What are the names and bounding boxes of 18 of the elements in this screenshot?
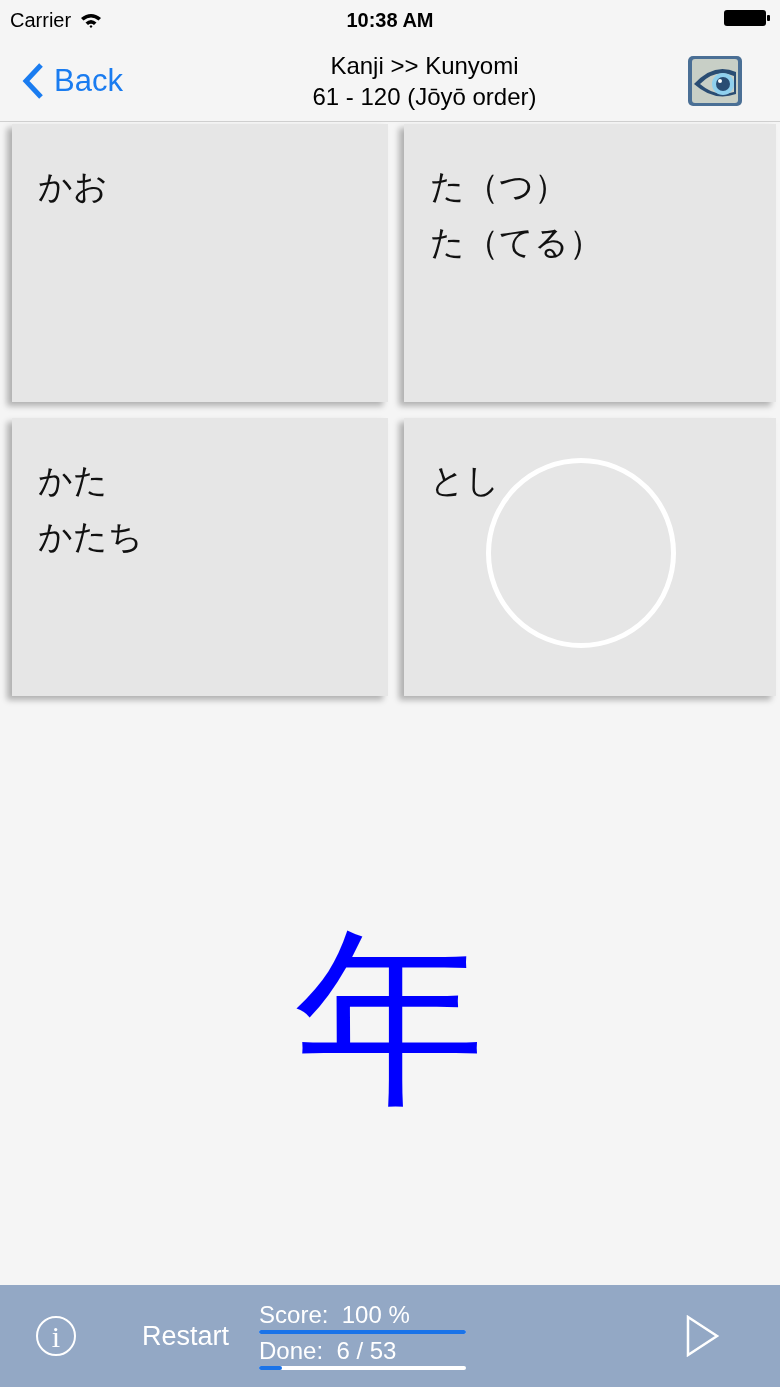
answer-card[interactable]: た（つ） た（てる） <box>404 124 776 402</box>
eye-icon <box>686 53 744 108</box>
battery-icon <box>724 8 770 27</box>
answer-card[interactable]: かお <box>12 124 388 402</box>
wifi-icon <box>79 11 104 29</box>
done-label: Done: 6 / 53 <box>259 1336 398 1366</box>
nav-subtitle: 61 - 120 (Jōyō order) <box>312 81 537 112</box>
play-icon <box>686 1315 720 1357</box>
question-kanji: 年 <box>295 923 485 1114</box>
nav-title: Kanji >> Kunyomi <box>330 50 519 81</box>
answer-card[interactable]: とし <box>404 418 776 696</box>
carrier-name: Carrier <box>10 8 72 32</box>
status-time: 10:38 AM <box>346 8 434 32</box>
score-label: Score: 100 % <box>259 1300 411 1330</box>
answer-card[interactable]: かた かたち <box>12 418 388 696</box>
eye-button[interactable] <box>686 53 744 108</box>
chevron-left-icon <box>22 61 44 100</box>
back-button[interactable]: Back <box>22 61 123 100</box>
